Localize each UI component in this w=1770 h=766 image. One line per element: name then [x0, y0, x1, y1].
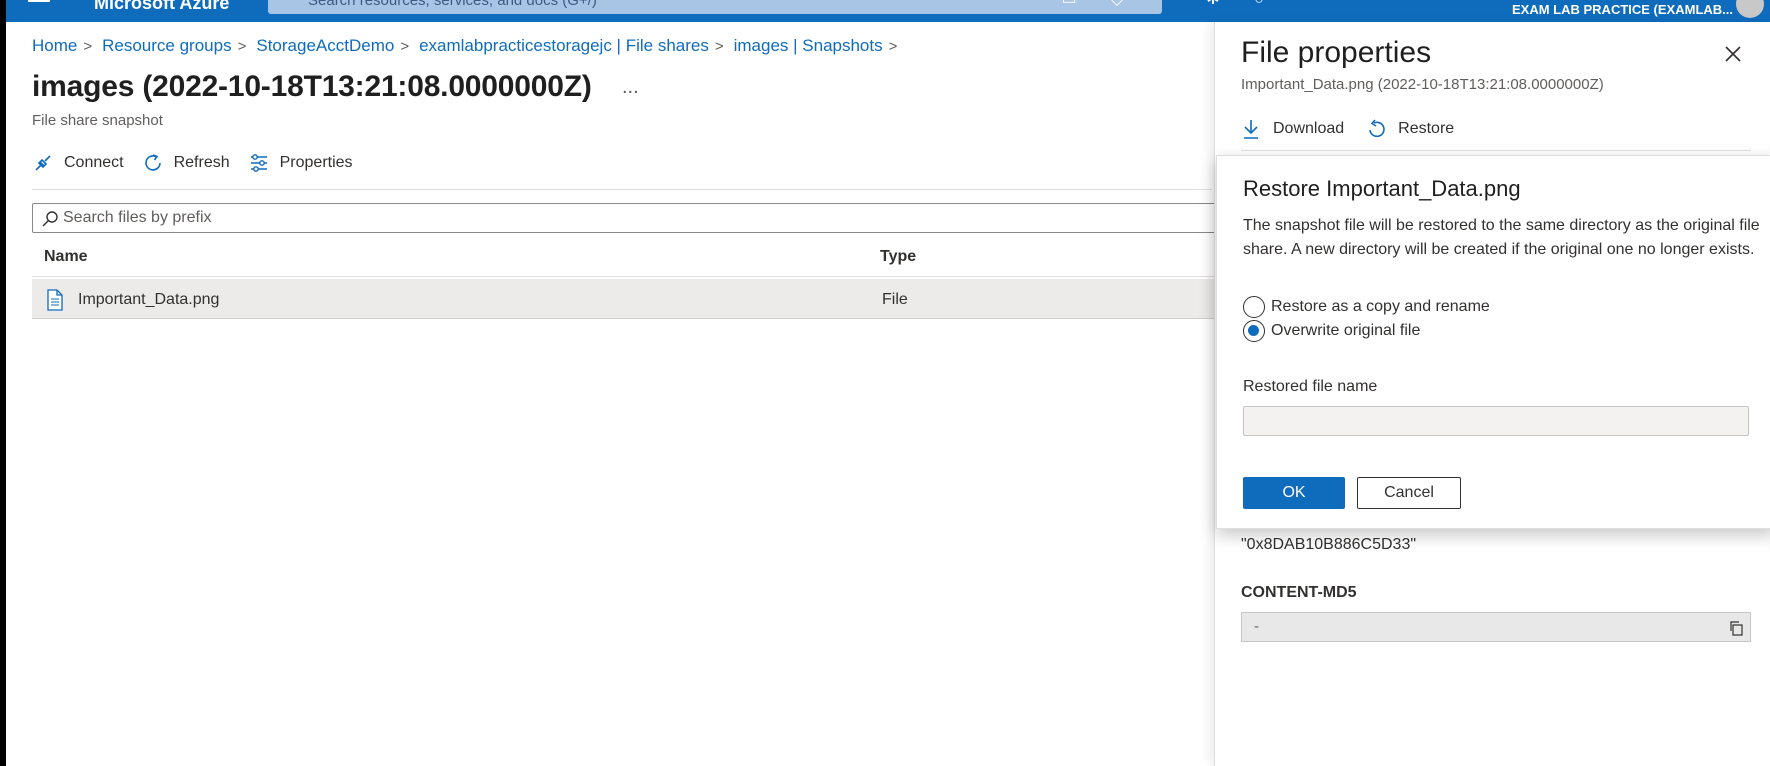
chevron-right-icon: >	[83, 38, 93, 55]
connect-button[interactable]: Connect	[32, 150, 124, 176]
content-md5-field: -	[1241, 612, 1751, 642]
command-bar-divider	[32, 189, 1212, 190]
cloud-shell-icon[interactable]: ▭	[1060, 0, 1078, 8]
sliders-icon	[250, 154, 267, 172]
search-icon	[42, 211, 58, 227]
restored-file-name-input[interactable]	[1243, 406, 1749, 436]
overwrite-original-radio[interactable]: Overwrite original file	[1243, 320, 1420, 342]
breadcrumb-resource-groups[interactable]: Resource groups	[102, 36, 231, 57]
hamburger-menu-icon[interactable]	[28, 0, 50, 2]
refresh-icon	[144, 154, 161, 171]
plug-icon	[35, 155, 51, 171]
panel-subtitle: Important_Data.png (2022-10-18T13:21:08.…	[1241, 76, 1604, 93]
download-label: Download	[1273, 120, 1345, 137]
radio-selected-icon[interactable]	[1243, 320, 1265, 342]
help-icon[interactable]: ○	[1250, 0, 1268, 8]
top-navigation-bar: Microsoft Azure Search resources, servic…	[6, 0, 1770, 22]
download-icon	[1244, 120, 1258, 139]
refresh-label: Refresh	[173, 154, 230, 171]
bell-icon[interactable]: ◠	[1156, 0, 1174, 8]
document-icon	[47, 289, 63, 311]
breadcrumb-snapshots[interactable]: images | Snapshots	[734, 36, 883, 57]
gear-icon[interactable]: ✲	[1204, 0, 1222, 8]
column-header-type[interactable]: Type	[880, 248, 916, 266]
azure-portal-screen: Microsoft Azure Search resources, servic…	[6, 0, 1770, 766]
breadcrumb-storage-acct[interactable]: StorageAcctDemo	[256, 36, 394, 57]
file-filter-box	[32, 203, 1222, 233]
restore-dialog: Restore Important_Data.png The snapshot …	[1216, 155, 1770, 529]
restore-icon	[1369, 119, 1385, 138]
properties-label: Properties	[279, 154, 353, 171]
ok-button[interactable]: OK	[1243, 477, 1345, 509]
command-bar: Connect Refresh Properties	[32, 150, 371, 176]
breadcrumb: Home > Resource groups > StorageAcctDemo…	[32, 36, 907, 57]
chevron-right-icon: >	[237, 38, 247, 55]
notifications-filter-icon[interactable]: ◇	[1108, 0, 1126, 8]
panel-title: File properties	[1241, 36, 1432, 69]
brand-name[interactable]: Microsoft Azure	[94, 0, 229, 14]
close-icon[interactable]	[1721, 42, 1745, 66]
breadcrumb-home[interactable]: Home	[32, 36, 77, 57]
chevron-right-icon: >	[714, 38, 724, 55]
radio-unselected-icon[interactable]	[1243, 296, 1265, 318]
content-md5-label: CONTENT-MD5	[1241, 584, 1357, 601]
properties-button[interactable]: Properties	[248, 150, 353, 176]
breadcrumb-file-shares[interactable]: examlabpracticestoragejc | File shares	[419, 36, 709, 57]
account-name[interactable]: EXAM LAB PRACTICE (EXAMLAB...	[1512, 2, 1733, 17]
panel-command-bar: Download Restore	[1241, 118, 1476, 140]
file-name-cell[interactable]: Important_Data.png	[78, 291, 219, 309]
restore-label: Restore	[1398, 120, 1455, 137]
restore-dialog-description: The snapshot file will be restored to th…	[1243, 217, 1760, 258]
restore-dialog-title: Restore Important_Data.png	[1243, 176, 1521, 201]
connect-label: Connect	[64, 154, 124, 171]
restore-copy-radio[interactable]: Restore as a copy and rename	[1243, 296, 1490, 318]
search-files-input[interactable]	[63, 207, 1063, 229]
page-title: images (2022-10-18T13:21:08.0000000Z)	[32, 70, 592, 103]
chevron-right-icon: >	[888, 38, 898, 55]
page-subtitle: File share snapshot	[32, 112, 163, 129]
content-md5-value: -	[1254, 618, 1259, 635]
file-type-cell: File	[882, 291, 908, 308]
table-header-divider	[32, 276, 1222, 277]
etag-value: "0x8DAB10B886C5D33"	[1241, 536, 1417, 553]
more-options-icon[interactable]: ...	[622, 76, 639, 99]
restore-button[interactable]: Restore	[1366, 118, 1454, 140]
chevron-right-icon: >	[400, 38, 410, 55]
column-header-name[interactable]: Name	[44, 248, 88, 266]
table-row[interactable]: Important_Data.png File	[32, 279, 1222, 319]
overwrite-original-label: Overwrite original file	[1271, 322, 1421, 339]
restore-copy-label: Restore as a copy and rename	[1271, 298, 1490, 315]
refresh-button[interactable]: Refresh	[142, 150, 230, 176]
copy-icon[interactable]	[1728, 620, 1744, 636]
panel-command-divider	[1241, 150, 1751, 151]
download-button[interactable]: Download	[1241, 118, 1344, 140]
global-search-input[interactable]: Search resources, services, and docs (G+…	[268, 0, 1162, 14]
cancel-button[interactable]: Cancel	[1357, 477, 1461, 509]
global-search-placeholder: Search resources, services, and docs (G+…	[308, 0, 597, 9]
restored-file-name-label: Restored file name	[1243, 378, 1378, 395]
feedback-icon[interactable]: ◠	[1294, 0, 1312, 8]
avatar[interactable]	[1736, 0, 1764, 18]
